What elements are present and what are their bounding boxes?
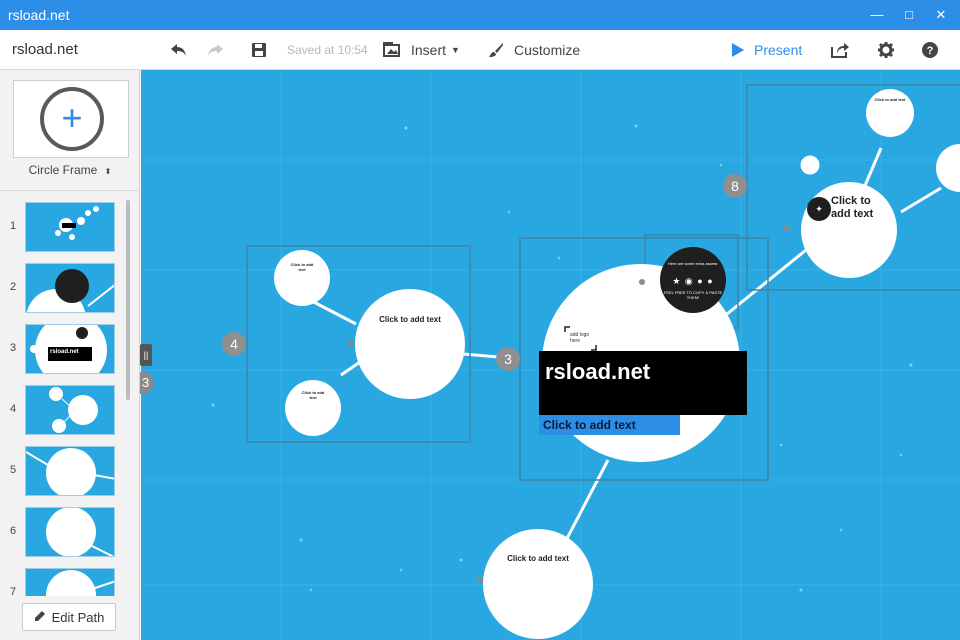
slide-number: 3 xyxy=(9,342,17,354)
gear-icon[interactable] xyxy=(878,30,894,70)
sidebar-scrollbar[interactable] xyxy=(126,200,130,400)
slide-number: 2 xyxy=(9,281,17,293)
toolbar: rsload.net Saved at 10:54 Insert ▼ Custo… xyxy=(0,30,960,70)
slide-thumbnail[interactable]: 4 xyxy=(0,385,140,437)
saved-status: Saved at 10:54 xyxy=(287,43,368,57)
connector-node xyxy=(784,225,790,231)
slide-preview xyxy=(25,202,115,252)
canvas-text[interactable]: Click to add text xyxy=(355,315,465,324)
insert-icon xyxy=(383,42,401,58)
slide-preview: rsload.net xyxy=(25,324,115,374)
frame-type-label: Circle Frame xyxy=(28,163,98,177)
slide-number: 5 xyxy=(9,464,17,476)
minimize-icon[interactable]: — xyxy=(866,4,888,26)
pencil-icon xyxy=(34,610,46,625)
help-icon[interactable]: ? xyxy=(922,30,938,70)
canvas-text[interactable]: Click to add text xyxy=(870,97,910,102)
slide-number: 6 xyxy=(9,525,17,537)
assets-bubble[interactable]: Here are some extra assets: ★ ◉ ● ● FEEL… xyxy=(660,247,726,313)
assets-bubble-icons: ★ ◉ ● ● xyxy=(672,276,714,286)
slide-thumbnail[interactable]: 7 xyxy=(0,568,140,596)
share-icon[interactable] xyxy=(831,30,849,70)
canvas-text[interactable]: Click to add text xyxy=(287,262,317,272)
svg-text:✦: ✦ xyxy=(815,204,823,214)
insert-label: Insert xyxy=(411,42,447,58)
path-number-badge[interactable]: 3 xyxy=(496,347,520,371)
maximize-icon[interactable]: □ xyxy=(898,4,920,26)
play-icon xyxy=(732,43,744,57)
circle-frame-preview: + xyxy=(40,87,104,151)
frame-type-card[interactable]: + xyxy=(13,80,129,158)
undo-icon[interactable] xyxy=(170,30,188,70)
connector-node xyxy=(639,279,645,285)
slide-thumbnail[interactable]: 6 xyxy=(0,507,140,559)
save-icon[interactable] xyxy=(252,30,266,70)
sidebar-resize-handle[interactable]: || xyxy=(140,344,152,366)
speech-icon-circle xyxy=(799,154,821,176)
updown-icon: ⬍ xyxy=(104,167,112,176)
window-title: rsload.net xyxy=(8,7,70,23)
connector-node xyxy=(477,577,483,583)
path-number-badge[interactable]: 4 xyxy=(222,332,246,356)
slide-preview xyxy=(25,385,115,435)
edit-path-button[interactable]: Edit Path xyxy=(22,603,116,631)
canvas-text[interactable]: Click to add text xyxy=(298,390,328,400)
slide-preview xyxy=(25,263,115,313)
divider xyxy=(0,190,140,191)
slide-number: 4 xyxy=(9,403,17,415)
close-icon[interactable]: ✕ xyxy=(930,4,952,26)
connector-node xyxy=(348,341,354,347)
slide-preview xyxy=(25,568,115,596)
subtitle-text: Click to add text xyxy=(543,418,636,432)
sidebar: + Circle Frame ⬍ 1 2 3 rsload.net 4 5 6 … xyxy=(0,70,140,640)
slide-thumbnail[interactable]: 1 xyxy=(0,202,140,254)
presentation-title: rsload.net xyxy=(545,359,651,384)
title-bar: rsload.net — □ ✕ xyxy=(0,0,960,30)
slide-thumbnail[interactable]: 3 rsload.net xyxy=(0,324,140,376)
present-button[interactable]: Present xyxy=(732,30,802,70)
brush-icon xyxy=(488,42,504,58)
path-number-badge[interactable]: 8 xyxy=(723,174,747,198)
plus-icon: + xyxy=(61,97,83,138)
slide-number: 7 xyxy=(9,586,17,596)
title-box[interactable]: rsload.net xyxy=(539,351,747,415)
svg-text:?: ? xyxy=(927,45,934,57)
slide-number: 1 xyxy=(9,220,17,232)
slide-preview xyxy=(25,446,115,496)
customize-label: Customize xyxy=(514,42,581,58)
assets-bubble-note: FEEL FREE TO COPY & PASTE THEM! xyxy=(663,290,723,300)
insert-menu[interactable]: Insert ▼ xyxy=(383,30,460,70)
assets-bubble-title: Here are some extra assets: xyxy=(667,261,719,266)
subtitle-box[interactable]: Click to add text xyxy=(539,415,680,435)
app-name: rsload.net xyxy=(12,41,78,58)
slide-thumbnail[interactable]: 5 xyxy=(0,446,140,498)
slide-preview xyxy=(25,507,115,557)
customize-button[interactable]: Customize xyxy=(488,30,580,70)
frame-type-select[interactable]: Circle Frame ⬍ xyxy=(0,163,140,177)
canvas-text[interactable]: Click to add text xyxy=(483,554,593,563)
big-click-text[interactable]: Click to add text xyxy=(831,195,891,221)
presentation-canvas[interactable]: ✦ 4 3 8 Click to add text Click to add t… xyxy=(141,70,960,640)
redo-icon[interactable] xyxy=(206,30,224,70)
slide-thumbnail[interactable]: 2 xyxy=(0,263,140,315)
present-label: Present xyxy=(754,42,803,58)
chevron-down-icon: ▼ xyxy=(451,45,460,55)
edit-path-label: Edit Path xyxy=(51,609,105,625)
thumb-title: rsload.net xyxy=(50,349,79,355)
logo-placeholder[interactable]: add logo here xyxy=(570,332,596,344)
